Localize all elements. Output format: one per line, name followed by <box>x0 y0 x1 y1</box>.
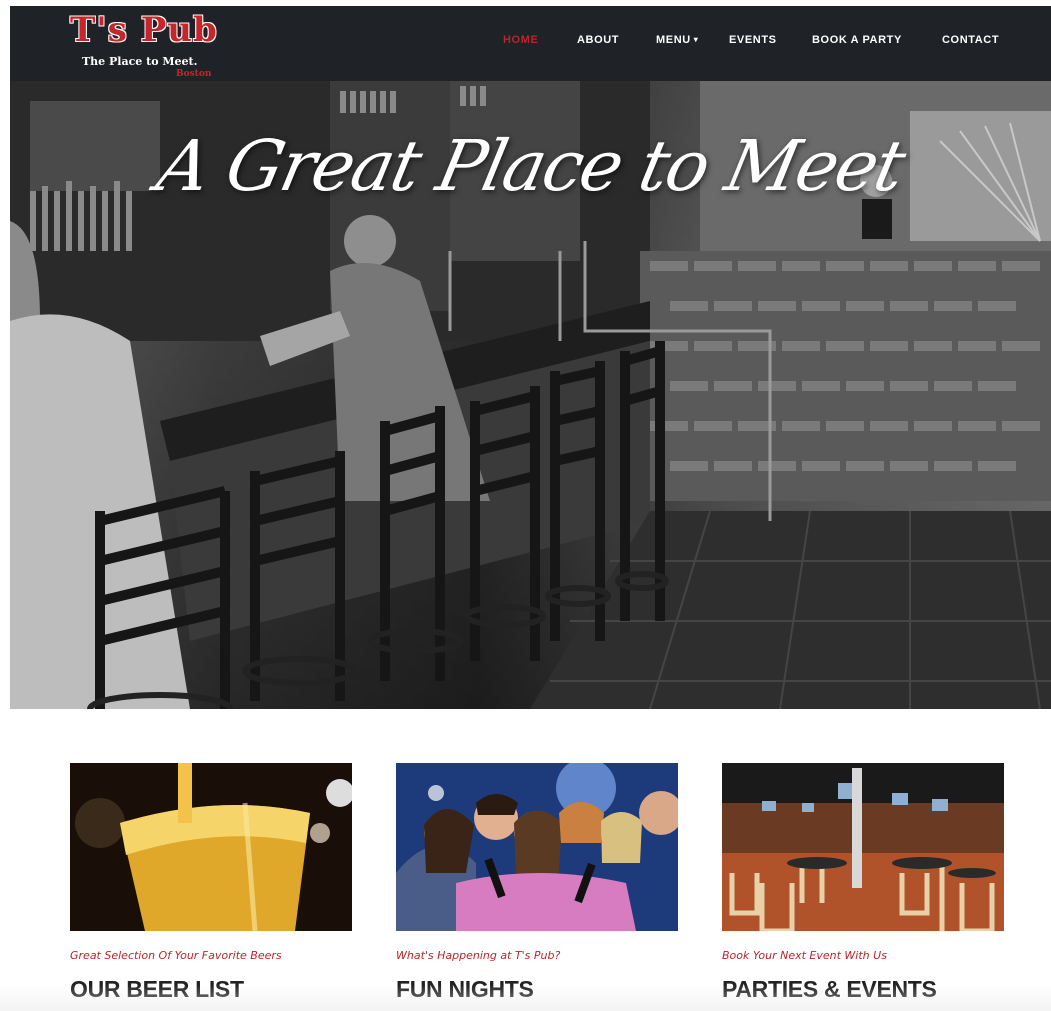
main-nav: HOME ABOUT MENU ▾ EVENTS BOOK A PARTY CON… <box>10 34 1051 54</box>
hero-banner: A Great Place to Meet <box>10 81 1051 709</box>
karaoke-photo <box>396 763 678 931</box>
nav-home-link[interactable]: HOME <box>503 34 538 46</box>
nav-events-link[interactable]: EVENTS <box>729 34 777 46</box>
nav-about-link[interactable]: ABOUT <box>577 34 619 46</box>
logo-tagline: The Place to Meet. <box>82 55 198 68</box>
chevron-down-icon: ▾ <box>693 35 699 44</box>
beer-glass-photo <box>70 763 352 931</box>
beer-card-image[interactable] <box>70 763 352 931</box>
parties-card-kicker: Book Your Next Event With Us <box>722 949 887 962</box>
pub-interior-photo <box>722 763 1004 931</box>
nav-book-a-party-link[interactable]: BOOK A PARTY <box>812 34 902 46</box>
page-bottom-fade <box>0 985 1051 1011</box>
parties-card-image[interactable] <box>722 763 1004 931</box>
beer-list-card[interactable]: Great Selection Of Your Favorite Beers O… <box>70 763 352 1003</box>
logo-city: Boston <box>176 69 212 79</box>
parties-events-card[interactable]: Book Your Next Event With Us PARTIES & E… <box>722 763 1004 1003</box>
fun-nights-card[interactable]: What's Happening at T's Pub? FUN NIGHTS <box>396 763 678 1003</box>
beer-card-kicker: Great Selection Of Your Favorite Beers <box>70 949 282 962</box>
site-header: T's Pub The Place to Meet. Boston HOME A… <box>10 6 1051 81</box>
hero-tagline: A Great Place to Meet <box>150 125 911 207</box>
nav-contact-link[interactable]: CONTACT <box>942 34 999 46</box>
nav-menu-label: MENU <box>656 34 691 46</box>
fun-nights-card-kicker: What's Happening at T's Pub? <box>396 949 561 962</box>
nav-menu-link[interactable]: MENU ▾ <box>656 34 698 46</box>
fun-nights-card-image[interactable] <box>396 763 678 931</box>
